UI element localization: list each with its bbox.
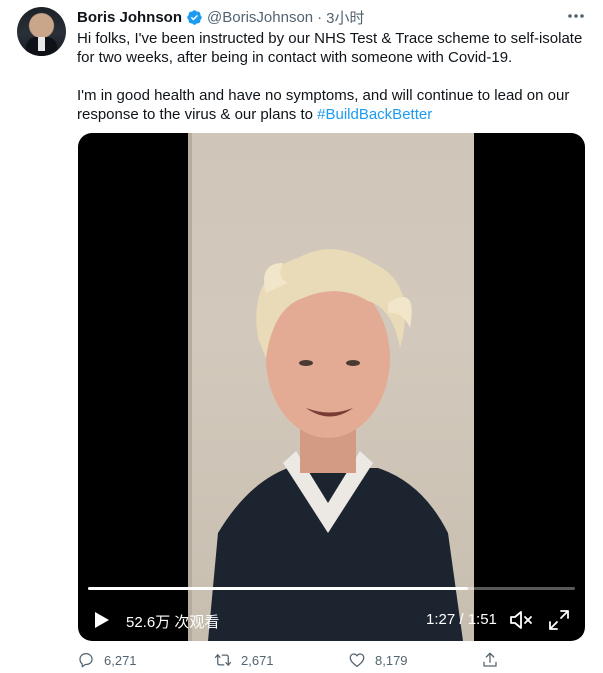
like-button[interactable]: 8,179	[348, 651, 408, 669]
avatar[interactable]	[17, 7, 66, 56]
separator-dot: ·	[317, 8, 323, 26]
tweet: Boris Johnson @BorisJohnson · 3小时 Hi fol…	[0, 0, 603, 668]
volume-icon[interactable]	[509, 609, 533, 631]
tweet-header: Boris Johnson @BorisJohnson · 3小时	[77, 6, 364, 28]
video-person-illustration	[208, 249, 463, 641]
retweet-button[interactable]: 2,671	[214, 651, 274, 669]
tweet-actions: 6,271 2,671 8,179	[77, 651, 577, 673]
play-icon[interactable]	[94, 611, 110, 629]
share-button[interactable]	[481, 651, 508, 669]
video-controls: 52.6万 次观看 1:27 / 1:51	[78, 581, 585, 641]
reply-icon	[79, 652, 93, 668]
like-icon	[349, 653, 365, 668]
video-progress-fill	[88, 587, 468, 590]
tweet-time[interactable]: 3小时	[326, 7, 364, 28]
avatar-shirt	[38, 37, 45, 51]
video-time: 1:27 / 1:51	[426, 611, 497, 628]
author-handle[interactable]: @BorisJohnson	[207, 9, 313, 26]
reply-button[interactable]: 6,271	[77, 651, 137, 669]
fullscreen-icon[interactable]	[548, 609, 570, 631]
view-count: 52.6万 次观看	[126, 614, 220, 631]
tweet-text: Hi folks, I've been instructed by our NH…	[77, 29, 587, 124]
retweet-icon	[214, 654, 232, 666]
tweet-paragraph-2: I'm in good health and have no symptoms,…	[77, 86, 587, 124]
author-name[interactable]: Boris Johnson	[77, 9, 182, 26]
verified-badge-icon	[187, 9, 202, 25]
hashtag-link[interactable]: #BuildBackBetter	[317, 106, 432, 123]
tweet-paragraph-1: Hi folks, I've been instructed by our NH…	[77, 30, 583, 66]
video-player[interactable]: 52.6万 次观看 1:27 / 1:51	[78, 133, 585, 641]
share-icon	[483, 652, 497, 667]
like-count: 8,179	[375, 652, 408, 668]
reply-count: 6,271	[104, 652, 137, 668]
retweet-count: 2,671	[241, 652, 274, 668]
video-frame	[188, 133, 474, 641]
more-icon[interactable]	[566, 9, 586, 23]
video-progress-bar[interactable]	[88, 587, 575, 590]
